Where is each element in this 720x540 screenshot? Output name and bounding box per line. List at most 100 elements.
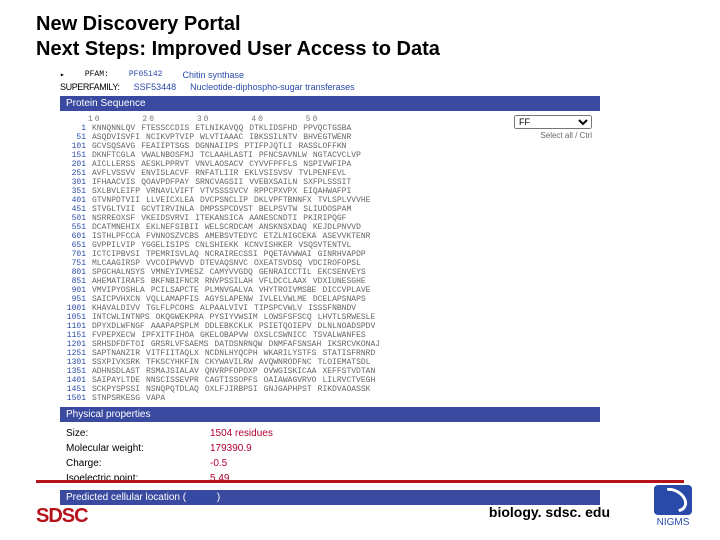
- sequence-chunk: PSIETQOIEPV: [259, 322, 312, 331]
- sequence-chunk: CKYWAVILRW: [205, 358, 253, 367]
- sequence-line: 1401SAIPAYLTDENNSCISSEVPRCAGTISSOPFSOAIA…: [60, 376, 600, 385]
- physical-properties-header: Physical properties: [60, 407, 600, 422]
- sequence-chunk: ISSSFNBNDV: [308, 304, 356, 313]
- sequence-chunk: PFNCSAVNLW: [259, 151, 307, 160]
- sequence-chunk: VFLDCCLAAX: [259, 277, 307, 286]
- line-number: 151: [60, 151, 86, 160]
- sequence-chunk: VTVSSSSVCV: [200, 187, 248, 196]
- sequence-chunk: DDLEBKCKLK: [205, 322, 253, 331]
- size-value: 1504 residues: [210, 428, 273, 439]
- sequence-chunks: SRHSDFDFTOIGRSRLVFSAEMSDATDSNRNQWDNMFAFS…: [92, 340, 380, 349]
- sequence-chunk: IVLELVWLME: [259, 295, 307, 304]
- superfamily-id-link[interactable]: SSF53448: [134, 82, 177, 92]
- sequence-chunks: AICLLERSSAESKLPPRVTVNVLAOSACVCYVVFPFFLSN…: [92, 160, 351, 169]
- sequence-chunk: DPYXDLWFNGF: [92, 322, 145, 331]
- sequence-chunk: AHEMATIRAFS: [92, 277, 145, 286]
- sequence-chunk: ASQDVISVFI: [92, 133, 140, 142]
- sequence-chunk: AAAPAPSPLM: [151, 322, 199, 331]
- sequence-chunk: IPFXITFIHOA: [141, 331, 194, 340]
- sequence-chunk: FVNNOSZVCBS: [146, 232, 199, 241]
- sequence-chunks: ICTCIPBVSITPEMRISVLAQNCRAIRECSSIPQETAVWW…: [92, 250, 366, 259]
- psort-link[interactable]: PSORT: [186, 492, 217, 502]
- sequence-line: 201 AICLLERSSAESKLPPRVTVNVLAOSACVCYVVFPFF…: [60, 160, 600, 169]
- sequence-chunk: OXEATSVDSQ: [254, 259, 302, 268]
- sequence-chunk: IBKSSILNTV: [249, 133, 297, 142]
- sequence-line: 1301SSXPIVXSRKTFKSCYHKFINCKYWAVILRWAVQWN…: [60, 358, 600, 367]
- sequence-chunk: OXSLCSWNICC: [254, 331, 307, 340]
- sequence-line: 901VMVIPYOSHLAPCILSAPCTEPLMNVGALVAVHYTRO…: [60, 286, 600, 295]
- expand-toggle-icon[interactable]: ▸: [60, 70, 65, 80]
- sequence-chunks: MLCAAGIRSPVVCOIPWVVDDTEVAQSNVCOXEATSVDSQ…: [92, 259, 361, 268]
- sequence-chunk: GENRAICCTIL: [259, 268, 312, 277]
- sequence-chunk: NSRREOXSF: [92, 214, 135, 223]
- sequence-chunk: NSPIVWFIPA: [303, 160, 351, 169]
- line-number: 1351: [60, 367, 86, 376]
- sequence-block: FF Select all / Ctrl 10 20 30 40 50 1KNN…: [60, 115, 600, 403]
- sequence-chunk: VRNAVLVIFT: [146, 187, 194, 196]
- sequence-line: 1151FVPEPXECWIPFXITFIHOAGKELOBAPVWOXSLCS…: [60, 331, 600, 340]
- sequence-chunk: VWALNBOSFMJ: [141, 151, 194, 160]
- pfam-id-link[interactable]: PF05142: [129, 70, 163, 80]
- sequence-chunk: EKCSENVEYS: [318, 268, 366, 277]
- sequence-chunk: CNLSHIEKK: [195, 241, 238, 250]
- sequence-line: 501NSRREOXSFVKEIDSVRVIITEKANSICAAANESCND…: [60, 214, 600, 223]
- sequence-chunk: DGNNAIIPS: [195, 142, 238, 151]
- sequence-chunk: OKQGWEKPRA: [156, 313, 204, 322]
- sequence-chunks: KHAVALDIVVTGLFLPCOHSALPAALVIVITIPSPCVWLV…: [92, 304, 356, 313]
- sequence-chunk: GVPPILVIP: [92, 241, 135, 250]
- line-number: 1301: [60, 358, 86, 367]
- sequence-chunk: TCLAAHLASTI: [200, 151, 253, 160]
- sequence-chunk: STATISFRNRD: [322, 349, 375, 358]
- sequence-chunk: PTIFPJQTLI: [244, 142, 292, 151]
- format-select[interactable]: FF: [514, 115, 592, 129]
- sequence-line: 1001KHAVALDIVVTGLFLPCOHSALPAALVIVITIPSPC…: [60, 304, 600, 313]
- line-number: 1501: [60, 394, 86, 403]
- footer-url: biology. sdsc. edu: [489, 504, 610, 520]
- line-number: 1201: [60, 340, 86, 349]
- sequence-chunk: BKFNBIFNCR: [151, 277, 199, 286]
- sequence-chunk: TGLFLPCOHS: [146, 304, 194, 313]
- sequence-line: 451STVGLTVIIGCVTIRVINLADMPSSPCDVSTBELPSV…: [60, 205, 600, 214]
- sequence-chunk: STVGLTVII: [92, 205, 135, 214]
- sequence-chunk: CAGTISSOPFS: [205, 376, 258, 385]
- sequence-chunk: VQLLAMAPFIS: [146, 295, 199, 304]
- select-all-hint[interactable]: Select all / Ctrl: [514, 131, 592, 140]
- line-number: 701: [60, 250, 86, 259]
- sequence-line: 251AVFLVSSVVENVISLACVFRNFATLIIREKLVSISVS…: [60, 169, 600, 178]
- sequence-chunk: VSQSVTENTVL: [298, 241, 351, 250]
- sequence-chunk: ICTCIPBVSI: [92, 250, 140, 259]
- sequence-chunk: NGTACVCLVP: [313, 151, 361, 160]
- sequence-chunks: STNPSRKESGVAPA: [92, 394, 183, 403]
- line-number: 651: [60, 241, 86, 250]
- sequence-line: 1451SCKPYSPSSINSNQPQTDLAQOXLFJIRBPSIGNJG…: [60, 385, 600, 394]
- sequence-chunks: ISTHLPFCCAFVNNOSZVCBSAMEBSVTEDYCETZLNIGC…: [92, 232, 370, 241]
- sequence-chunk: DKNFTCGLA: [92, 151, 135, 160]
- sequence-chunk: ETLNIKAVQQ: [195, 124, 243, 133]
- sequence-chunk: AMEBSVTEDYC: [205, 232, 258, 241]
- sequence-chunk: VDXIUNESGHE: [313, 277, 366, 286]
- sequence-chunk: TVLPENFEVL: [298, 169, 346, 178]
- sequence-chunk: SXFPLSSSIT: [303, 178, 351, 187]
- sequence-chunk: VVEBXSAILN: [249, 178, 297, 187]
- sequence-chunk: KCNVISHKER: [244, 241, 292, 250]
- sequence-chunk: MLCAAGIRSP: [92, 259, 140, 268]
- sequence-chunk: LILRVCTVEGH: [322, 376, 375, 385]
- sequence-chunks: GVPPILVIPYGGELISIPSCNLSHIEKKKCNVISHKERVS…: [92, 241, 351, 250]
- sequence-chunk: DKLVPFTBNNFX: [254, 196, 312, 205]
- line-number: 551: [60, 223, 86, 232]
- superfamily-label: SUPERFAMILY:: [60, 82, 120, 92]
- line-number: 1051: [60, 313, 86, 322]
- sequence-chunk: GTVNPDTVII: [92, 196, 140, 205]
- sequence-chunk: GINRHVAPDP: [318, 250, 366, 259]
- physical-properties: Size:1504 residues Molecular weight:1793…: [60, 426, 600, 486]
- sequence-chunk: ADHNSDLAST: [92, 367, 140, 376]
- sequence-line: 951SAICPVHXCNVQLLAMAPFISAGYSLAPENWIVLELV…: [60, 295, 600, 304]
- sequence-chunk: VMVIPYOSHLA: [92, 286, 145, 295]
- sequence-chunk: FEAIIPTSGS: [141, 142, 189, 151]
- sequence-chunk: FVPEPXECW: [92, 331, 135, 340]
- sequence-chunk: GNJGAPHPST: [264, 385, 312, 394]
- sequence-chunk: FTESSCCDIS: [141, 124, 189, 133]
- sequence-line: 1251SAPTNANZIRVITFIITAQLXNCDNLHYQCPHWKAR…: [60, 349, 600, 358]
- sequence-chunk: AVQWNRODFNC: [259, 358, 312, 367]
- line-number: 201: [60, 160, 86, 169]
